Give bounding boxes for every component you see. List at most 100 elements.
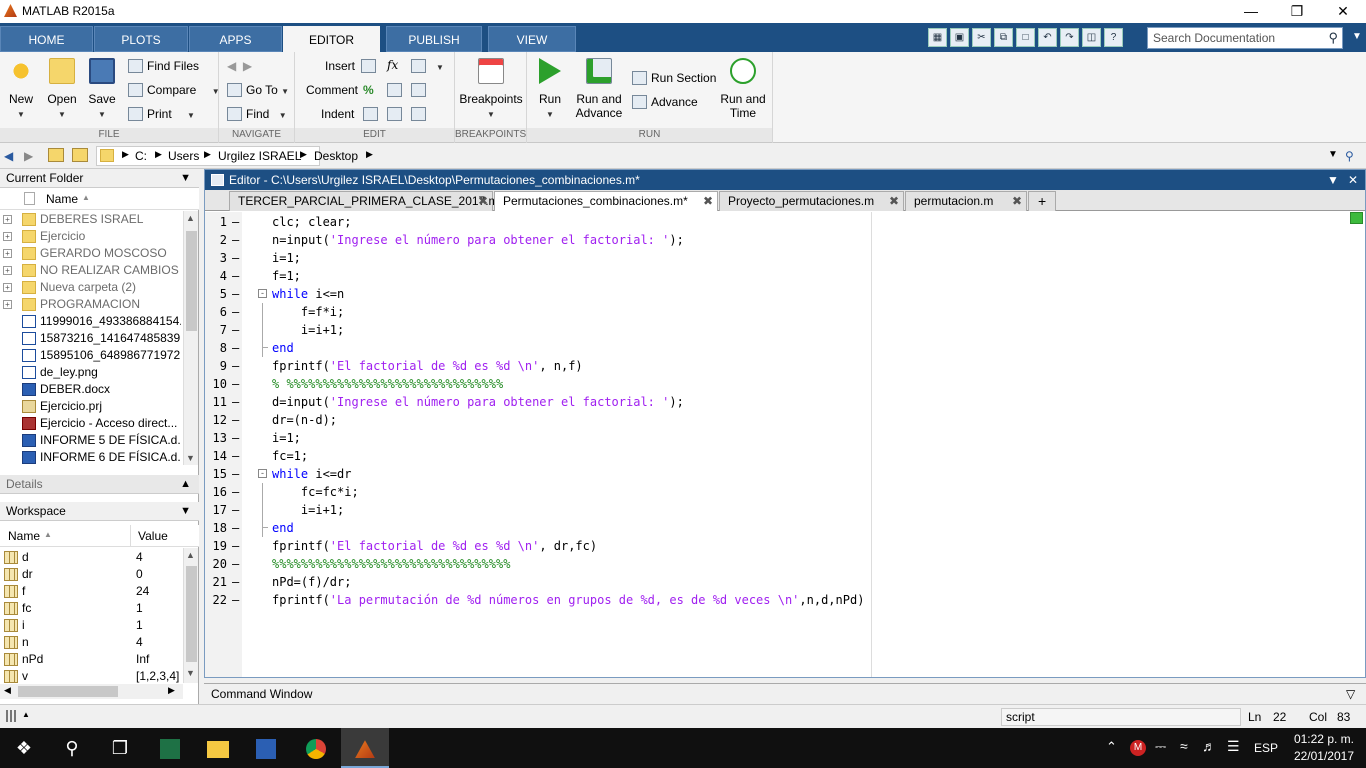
breakpoint-marker[interactable]: –: [232, 375, 239, 393]
editor-tab[interactable]: permutacion.m ✖: [905, 191, 1027, 211]
forward-icon[interactable]: ▶: [24, 149, 33, 163]
code-line[interactable]: %%%%%%%%%%%%%%%%%%%%%%%%%%%%%%%%%: [272, 555, 510, 573]
line-number[interactable]: 13: [209, 429, 227, 447]
line-number[interactable]: 4: [209, 267, 227, 285]
code-line[interactable]: i=i+1;: [272, 501, 344, 519]
open-button[interactable]: Open ▼: [44, 58, 80, 122]
line-number[interactable]: 19: [209, 537, 227, 555]
breakpoint-marker[interactable]: –: [232, 267, 239, 285]
up-folder-icon[interactable]: [48, 148, 64, 162]
find-files-button[interactable]: Find Files: [128, 57, 199, 75]
workspace-variable-row[interactable]: n4: [0, 634, 181, 651]
workspace-actions-icon[interactable]: ▼: [180, 502, 191, 521]
redo-icon[interactable]: ↷: [1060, 28, 1079, 47]
show-hidden-icons[interactable]: ⌃: [1106, 739, 1117, 755]
line-number[interactable]: 20: [209, 555, 227, 573]
back-icon[interactable]: ◀: [4, 149, 13, 163]
expand-icon[interactable]: +: [3, 266, 12, 275]
workspace-variable-row[interactable]: f 24: [0, 583, 181, 600]
code-line[interactable]: % %%%%%%%%%%%%%%%%%%%%%%%%%%%%%%: [272, 375, 503, 393]
workspace-variable-row[interactable]: v [1,2,3,4]: [0, 668, 181, 685]
folder-list-item[interactable]: + Nueva carpeta (2): [0, 279, 181, 296]
file-explorer-icon[interactable]: [194, 728, 242, 768]
breakpoint-marker[interactable]: –: [232, 357, 239, 375]
folder-list-item[interactable]: + DEBERES ISRAEL: [0, 211, 181, 228]
code-line[interactable]: f=f*i;: [272, 303, 344, 321]
tab-close-icon[interactable]: ✖: [703, 192, 713, 211]
word-icon[interactable]: [242, 728, 290, 768]
code-line[interactable]: end: [272, 339, 294, 357]
folder-list-item[interactable]: INFORME 5 DE FÍSICA.d...: [0, 432, 181, 449]
line-number[interactable]: 1: [209, 213, 227, 231]
insert-icon-button[interactable]: [361, 57, 380, 75]
advance-button[interactable]: Advance: [632, 93, 698, 111]
ws-name-column[interactable]: Name: [8, 529, 40, 543]
code-line[interactable]: nPd=(f)/dr;: [272, 573, 351, 591]
code-line[interactable]: fprintf('El factorial de %d es %d \n', n…: [272, 357, 583, 375]
indent-button[interactable]: Indent: [321, 105, 354, 123]
folder-list-item[interactable]: + Ejercicio: [0, 228, 181, 245]
windows-start-icon[interactable]: ❖: [0, 728, 48, 768]
line-number[interactable]: 2: [209, 231, 227, 249]
hscroll-thumb[interactable]: [18, 686, 118, 697]
code-area[interactable]: 1–2–3–4–5–6–7–8–9–10–11–12–13–14–15–16–1…: [205, 212, 1365, 677]
fold-toggle-icon[interactable]: -: [258, 289, 267, 298]
ws-scroll-down-icon[interactable]: ▼: [186, 668, 195, 678]
code-line[interactable]: i=i+1;: [272, 321, 344, 339]
line-number[interactable]: 12: [209, 411, 227, 429]
scroll-up-icon[interactable]: ▲: [186, 213, 195, 223]
breakpoint-marker[interactable]: –: [232, 573, 239, 591]
hscroll-right-icon[interactable]: ▶: [168, 685, 175, 696]
code-line[interactable]: while i<=dr: [272, 465, 351, 483]
fx-button[interactable]: fx: [387, 56, 398, 74]
breakpoint-marker[interactable]: –: [232, 465, 239, 483]
line-number[interactable]: 16: [209, 483, 227, 501]
compare-button[interactable]: Compare ▼: [128, 81, 220, 99]
workspace-variable-row[interactable]: i1: [0, 617, 181, 634]
close-window-button[interactable]: ✕: [1320, 0, 1366, 23]
code-line[interactable]: clc; clear;: [272, 213, 351, 231]
save-button[interactable]: Save ▼: [86, 58, 118, 122]
code-line[interactable]: f=1;: [272, 267, 301, 285]
breakpoint-marker[interactable]: –: [232, 429, 239, 447]
breakpoint-marker[interactable]: –: [232, 303, 239, 321]
line-number[interactable]: 7: [209, 321, 227, 339]
folder-list-item[interactable]: + PROGRAMACION: [0, 296, 181, 313]
expand-icon[interactable]: +: [3, 283, 12, 292]
line-number[interactable]: 11: [209, 393, 227, 411]
search-taskbar-icon[interactable]: ⚲: [48, 728, 96, 768]
run-button[interactable]: Run ▼: [535, 58, 565, 122]
copy-icon[interactable]: ⧉: [994, 28, 1013, 47]
tab-home[interactable]: HOME: [0, 26, 93, 52]
save-icon[interactable]: ▣: [950, 28, 969, 47]
code-line[interactable]: dr=(n-d);: [272, 411, 337, 429]
folder-list-item[interactable]: + GERARDO MOSCOSO: [0, 245, 181, 262]
line-number[interactable]: 18: [209, 519, 227, 537]
folder-scroll-thumb[interactable]: [186, 231, 197, 331]
power-icon[interactable]: ⎓: [1155, 738, 1166, 755]
folder-list-item[interactable]: de_ley.png: [0, 364, 181, 381]
tab-close-icon[interactable]: ✖: [1012, 192, 1022, 211]
expand-icon[interactable]: +: [3, 300, 12, 309]
tab-plots[interactable]: PLOTS: [94, 26, 188, 52]
new-tab-button[interactable]: +: [1028, 191, 1056, 211]
details-header[interactable]: Details ▲: [0, 475, 199, 494]
ws-hscrollbar[interactable]: ◀ ▶: [0, 684, 183, 699]
notifications-icon[interactable]: ☰: [1227, 738, 1240, 755]
help-icon[interactable]: ?: [1104, 28, 1123, 47]
run-and-time-button[interactable]: Run and Time: [717, 58, 769, 120]
name-column-header[interactable]: Name: [46, 192, 78, 206]
ws-scroll-thumb[interactable]: [186, 566, 197, 662]
insert-section-button[interactable]: ▼: [411, 57, 444, 75]
paste-icon[interactable]: □: [1016, 28, 1035, 47]
tab-publish[interactable]: PUBLISH: [386, 26, 482, 52]
chrome-icon[interactable]: [292, 728, 340, 768]
expand-icon[interactable]: +: [3, 215, 12, 224]
code-line[interactable]: fc=1;: [272, 447, 308, 465]
browse-folder-icon[interactable]: [72, 148, 88, 162]
breakpoint-marker[interactable]: –: [232, 411, 239, 429]
comment-percent-icon[interactable]: %: [363, 81, 374, 99]
breakpoint-marker[interactable]: –: [232, 249, 239, 267]
smart-indent-button[interactable]: [363, 105, 382, 123]
wifi-icon[interactable]: ≈: [1180, 738, 1188, 754]
